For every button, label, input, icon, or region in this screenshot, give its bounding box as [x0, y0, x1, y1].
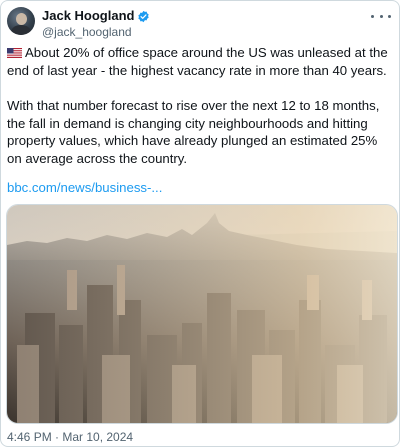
timestamp[interactable]: 4:46 PM · Mar 10, 2024	[7, 430, 133, 444]
us-flag-icon	[7, 48, 22, 58]
tweet-card[interactable]: Jack Hoogland @jack_hoogland About 20% o…	[0, 0, 400, 447]
tweet-paragraph-1: About 20% of office space around the US …	[7, 44, 391, 79]
article-link[interactable]: bbc.com/news/business-...	[7, 179, 162, 196]
display-name[interactable]: Jack Hoogland	[42, 8, 134, 24]
city-skyline-photo[interactable]	[6, 204, 398, 424]
more-options-icon[interactable]	[371, 9, 391, 23]
handle[interactable]: @jack_hoogland	[42, 25, 132, 39]
tweet-paragraph-2: With that number forecast to rise over t…	[7, 98, 380, 166]
verified-badge-icon	[138, 10, 150, 22]
tweet-header: Jack Hoogland @jack_hoogland	[7, 7, 393, 43]
paragraph-1-text: About 20% of office space around the US …	[7, 45, 388, 78]
avatar[interactable]	[7, 7, 35, 35]
name-row: Jack Hoogland	[42, 8, 150, 24]
